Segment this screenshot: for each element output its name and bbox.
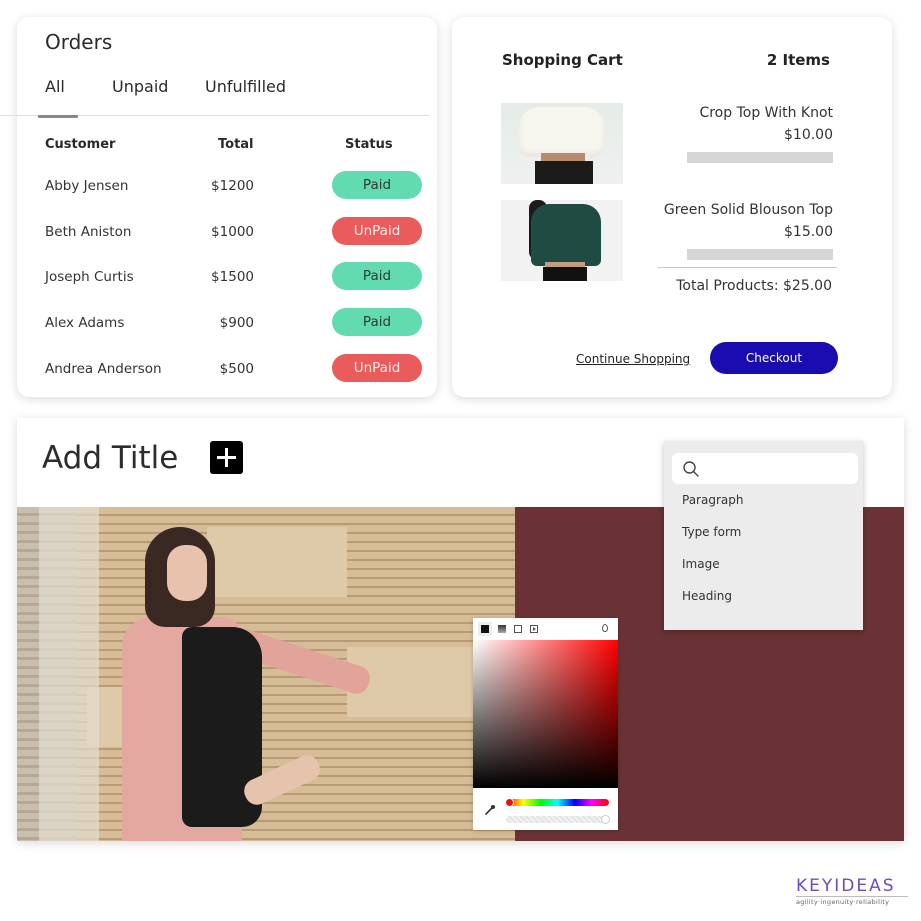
eyedropper-icon[interactable]: [484, 804, 496, 816]
status-badge: UnPaid: [332, 217, 422, 245]
hue-slider-handle[interactable]: [505, 798, 514, 807]
video-icon[interactable]: [527, 622, 541, 636]
table-row[interactable]: Beth Aniston $1000 UnPaid: [17, 215, 437, 249]
status-badge: UnPaid: [332, 354, 422, 382]
hero-image[interactable]: [17, 507, 515, 841]
product-price: $10.00: [784, 127, 833, 143]
cart-title: Shopping Cart: [502, 51, 623, 69]
cart-divider: [658, 267, 837, 268]
customer-name: Alex Adams: [45, 315, 125, 331]
product-name: Green Solid Blouson Top: [663, 202, 833, 218]
image-icon[interactable]: [511, 622, 525, 636]
drop-icon[interactable]: [602, 624, 608, 632]
product-price: $15.00: [784, 224, 833, 240]
menu-item-paragraph[interactable]: Paragraph: [682, 493, 743, 507]
status-badge: Paid: [332, 262, 422, 290]
orders-title: Orders: [45, 30, 113, 54]
customer-name: Joseph Curtis: [45, 269, 134, 285]
logo-tagline: agility·ingenuity·reliability: [796, 896, 908, 906]
color-picker: [473, 618, 618, 830]
tab-unfulfilled[interactable]: Unfulfilled: [205, 77, 286, 96]
active-tab-indicator: [38, 115, 78, 118]
menu-item-heading[interactable]: Heading: [682, 589, 732, 603]
product-image-crop-top[interactable]: [501, 103, 623, 184]
solid-icon[interactable]: [478, 622, 492, 636]
continue-shopping-link[interactable]: Continue Shopping: [576, 352, 690, 366]
customer-name: Abby Jensen: [45, 178, 129, 194]
order-total: $1000: [211, 224, 254, 240]
opacity-slider-handle[interactable]: [601, 815, 610, 824]
cart-total: Total Products: $25.00: [676, 278, 832, 294]
table-row[interactable]: Alex Adams $900 Paid: [17, 306, 437, 340]
block-search-input[interactable]: [672, 453, 858, 484]
checkout-button[interactable]: Checkout: [710, 342, 838, 374]
table-row[interactable]: Andrea Anderson $500 UnPaid: [17, 352, 437, 386]
quantity-bar[interactable]: [687, 152, 833, 163]
orders-card: Orders All Unpaid Unfulfilled Customer T…: [0, 17, 437, 397]
status-badge: Paid: [332, 171, 422, 199]
quantity-bar[interactable]: [687, 249, 833, 260]
cart-item: Green Solid Blouson Top $15.00: [452, 200, 892, 282]
column-header-status: Status: [345, 137, 393, 152]
table-row[interactable]: Joseph Curtis $1500 Paid: [17, 260, 437, 294]
column-header-customer: Customer: [45, 137, 116, 152]
logo-wordmark: KEYIDEAS: [796, 876, 896, 896]
product-image-blouson-top[interactable]: [501, 200, 623, 281]
customer-name: Andrea Anderson: [45, 361, 162, 377]
cart-item: Crop Top With Knot $10.00: [452, 103, 892, 185]
add-block-button[interactable]: [210, 441, 243, 474]
table-row[interactable]: Abby Jensen $1200 Paid: [17, 169, 437, 203]
hue-slider[interactable]: [505, 798, 609, 807]
product-name: Crop Top With Knot: [699, 105, 833, 121]
editor-title[interactable]: Add Title: [42, 440, 178, 476]
tab-all[interactable]: All: [45, 77, 65, 96]
menu-item-image[interactable]: Image: [682, 557, 720, 571]
menu-item-type-form[interactable]: Type form: [682, 525, 741, 539]
order-total: $500: [219, 361, 254, 377]
order-total: $900: [219, 315, 254, 331]
cart-item-count: 2 Items: [766, 51, 830, 69]
order-total: $1200: [211, 178, 254, 194]
column-header-total: Total: [218, 137, 254, 152]
search-icon: [683, 461, 699, 477]
gradient-icon[interactable]: [495, 622, 509, 636]
shopping-cart-card: Shopping Cart 2 Items Crop Top With Knot…: [452, 17, 892, 397]
keyideas-logo: KEYIDEAS agility·ingenuity·reliability: [796, 876, 908, 906]
saturation-value-area[interactable]: [473, 640, 618, 788]
orders-tabs: All Unpaid Unfulfilled: [17, 77, 437, 117]
block-type-menu: Paragraph Type form Image Heading: [664, 441, 863, 630]
tab-unpaid[interactable]: Unpaid: [112, 77, 168, 96]
status-badge: Paid: [332, 308, 422, 336]
opacity-slider[interactable]: [506, 815, 610, 824]
order-total: $1500: [211, 269, 254, 285]
customer-name: Beth Aniston: [45, 224, 132, 240]
